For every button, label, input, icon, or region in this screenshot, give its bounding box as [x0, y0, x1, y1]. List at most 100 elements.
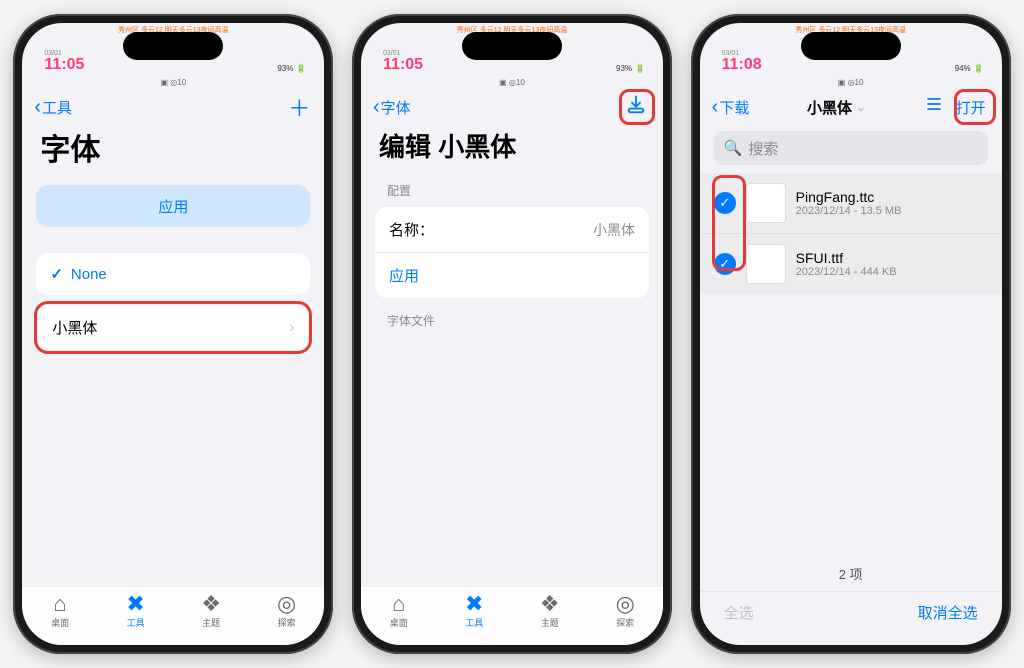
list-icon [924, 94, 944, 114]
back-button[interactable]: ‹ 下载 [712, 97, 750, 118]
highlight-checks [712, 175, 746, 271]
back-label: 字体 [381, 97, 411, 118]
font-options-card: ✓ None [36, 253, 310, 295]
section-config: 配置 [361, 172, 663, 203]
screen-3: 秀州区 多云12 明天多云13夜间高温 03/01 11:08 94% 🔋 ▣ … [700, 23, 1002, 645]
tab-bar: ⌂ 桌面 ✖ 工具 ❖ 主题 ◎ 探索 [361, 586, 663, 645]
home-icon: ⌂ [392, 593, 405, 615]
phone-frame-3: 秀州区 多云12 明天多云13夜间高温 03/01 11:08 94% 🔋 ▣ … [691, 14, 1011, 654]
import-button[interactable] [623, 93, 649, 121]
section-files: 字体文件 [361, 302, 663, 333]
checkmark-icon: ✓ [50, 265, 63, 283]
tab-tools[interactable]: ✖ 工具 [444, 593, 504, 629]
dynamic-island [462, 32, 562, 60]
file-details: 2023/12/14 - 13.5 MB [796, 205, 902, 217]
file-name: SFUI.ttf [796, 250, 897, 266]
file-thumbnail [746, 244, 786, 284]
dynamic-island [123, 32, 223, 60]
status-right: 93% 🔋 [616, 64, 645, 73]
battery-icon: 🔋 [974, 64, 984, 73]
add-button[interactable]: ＋ [286, 91, 312, 123]
status-time: 11:08 [722, 57, 762, 73]
back-button[interactable]: ‹ 字体 [373, 97, 411, 118]
home-icon: ⌂ [53, 593, 66, 615]
back-button[interactable]: ‹ 工具 [34, 97, 72, 118]
sub-status: ▣ ◎10 [361, 77, 663, 89]
back-label: 工具 [42, 97, 72, 118]
search-placeholder: 搜索 [748, 138, 778, 159]
status-left: 03/01 11:05 [383, 50, 423, 73]
name-label: 名称： [389, 219, 434, 240]
chevron-right-icon: › [289, 319, 294, 337]
chevron-left-icon: ‹ [373, 97, 380, 117]
config-card: 名称： 小黑体 应用 [375, 207, 649, 298]
chevron-left-icon: ‹ [34, 97, 41, 117]
tab-themes[interactable]: ❖ 主题 [181, 593, 241, 629]
select-all-button[interactable]: 全选 [724, 602, 754, 623]
battery-icon: 🔋 [635, 64, 645, 73]
page-title: 编辑 小黑体 [361, 125, 663, 172]
option-label: 小黑体 [52, 317, 97, 338]
chevron-left-icon: ‹ [712, 97, 719, 117]
apply-label: 应用 [389, 265, 419, 286]
file-meta: PingFang.ttc 2023/12/14 - 13.5 MB [796, 189, 902, 217]
import-icon [625, 93, 647, 115]
back-label: 下载 [719, 97, 749, 118]
battery-pct: 94% [955, 64, 971, 73]
search-icon: 🔍 [724, 139, 743, 157]
status-left: 03/01 11:08 [722, 50, 762, 73]
compass-icon: ◎ [277, 593, 296, 615]
screen-1: 秀州区 多云12 明天多云13夜间高温 03/01 11:05 93% 🔋 ▣ … [22, 23, 324, 645]
screen-2: 秀州区 多云12 明天多云13夜间高温 03/01 11:05 93% 🔋 ▣ … [361, 23, 663, 645]
name-value: 小黑体 [593, 220, 635, 240]
tab-themes[interactable]: ❖ 主题 [520, 593, 580, 629]
search-input[interactable]: 🔍 搜索 [714, 131, 988, 165]
bottom-bar: 全选 取消全选 [700, 591, 1002, 645]
compass-icon: ◎ [616, 593, 635, 615]
theme-icon: ❖ [201, 593, 221, 615]
battery-pct: 93% [277, 64, 293, 73]
tools-icon: ✖ [126, 593, 144, 615]
file-thumbnail [746, 183, 786, 223]
battery-icon: 🔋 [296, 64, 306, 73]
chevron-down-icon: ⌄ [856, 100, 866, 114]
tab-desktop[interactable]: ⌂ 桌面 [30, 593, 90, 629]
file-meta: SFUI.ttf 2023/12/14 - 444 KB [796, 250, 897, 278]
tab-explore[interactable]: ◎ 探索 [257, 593, 317, 629]
file-details: 2023/12/14 - 444 KB [796, 266, 897, 278]
tab-explore[interactable]: ◎ 探索 [595, 593, 655, 629]
tab-tools[interactable]: ✖ 工具 [106, 593, 166, 629]
status-left: 03/01 11:05 [44, 50, 84, 73]
tab-desktop[interactable]: ⌂ 桌面 [369, 593, 429, 629]
search-wrap: 🔍 搜索 [714, 131, 988, 165]
theme-icon: ❖ [540, 593, 560, 615]
option-font-card: 小黑体 › [38, 305, 308, 350]
list-view-button[interactable] [924, 94, 944, 120]
deselect-all-button[interactable]: 取消全选 [918, 602, 978, 623]
name-row[interactable]: 名称： 小黑体 [375, 207, 649, 252]
option-label: None [71, 266, 107, 283]
battery-pct: 93% [616, 64, 632, 73]
navbar: ‹ 字体 [361, 89, 663, 125]
tab-bar: ⌂ 桌面 ✖ 工具 ❖ 主题 ◎ 探索 [22, 586, 324, 645]
dynamic-island [801, 32, 901, 60]
option-none[interactable]: ✓ None [36, 253, 310, 295]
apply-button[interactable]: 应用 [36, 185, 310, 227]
page-title: 字体 [22, 125, 324, 179]
phone-frame-2: 秀州区 多云12 明天多云13夜间高温 03/01 11:05 93% 🔋 ▣ … [352, 14, 672, 654]
item-count: 2 项 [700, 564, 1002, 591]
status-right: 94% 🔋 [955, 64, 984, 73]
status-time: 11:05 [383, 57, 423, 73]
folder-title[interactable]: 小黑体 ⌄ [807, 97, 866, 118]
navbar: ‹ 工具 ＋ [22, 89, 324, 125]
status-right: 93% 🔋 [277, 64, 306, 73]
file-name: PingFang.ttc [796, 189, 902, 205]
sub-status: ▣ ◎10 [700, 77, 1002, 89]
status-time: 11:05 [44, 57, 84, 73]
highlight-open [954, 89, 996, 125]
option-font[interactable]: 小黑体 › [38, 305, 308, 350]
phone-frame-1: 秀州区 多云12 明天多云13夜间高温 03/01 11:05 93% 🔋 ▣ … [13, 14, 333, 654]
apply-row[interactable]: 应用 [375, 252, 649, 298]
sub-status: ▣ ◎10 [22, 77, 324, 89]
tools-icon: ✖ [465, 593, 483, 615]
